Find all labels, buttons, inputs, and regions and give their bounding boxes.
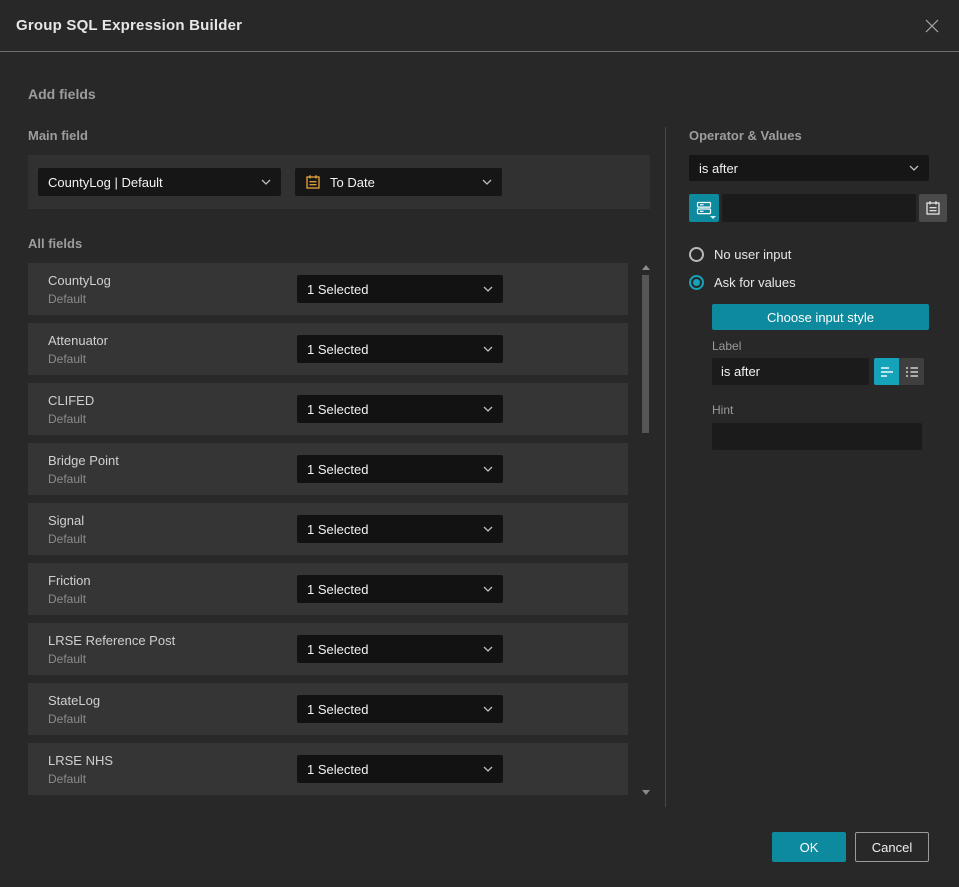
group-sql-expression-builder-dialog: Group SQL Expression Builder Add fields … <box>0 0 959 887</box>
label-row <box>712 358 929 385</box>
field-row: Bridge Point Default 1 Selected <box>28 443 628 495</box>
field-selected-value: 1 Selected <box>307 461 369 477</box>
field-selected-value: 1 Selected <box>307 581 369 597</box>
input-style-toggle <box>874 358 924 385</box>
calendar-amber-icon <box>305 174 321 190</box>
field-selected-value: 1 Selected <box>307 341 369 357</box>
add-fields-heading: Add fields <box>28 86 96 102</box>
field-selected-value: 1 Selected <box>307 641 369 657</box>
chevron-down-icon <box>483 586 493 592</box>
main-field-dropdown[interactable]: CountyLog | Default <box>38 168 281 196</box>
main-field-panel: CountyLog | Default To Date <box>28 155 650 209</box>
ok-button[interactable]: OK <box>772 832 846 862</box>
scroll-down-icon[interactable] <box>641 790 650 795</box>
field-selected-dropdown[interactable]: 1 Selected <box>297 395 503 423</box>
close-icon[interactable] <box>921 15 943 37</box>
field-row: LRSE NHS Default 1 Selected <box>28 743 628 795</box>
field-selected-dropdown[interactable]: 1 Selected <box>297 635 503 663</box>
value-row <box>689 194 947 222</box>
dialog-content: Add fields Main field CountyLog | Defaul… <box>0 85 959 807</box>
main-field-dropdown-value: CountyLog | Default <box>48 174 163 190</box>
field-selected-dropdown[interactable]: 1 Selected <box>297 695 503 723</box>
scrollbar[interactable] <box>628 263 650 795</box>
field-row: Friction Default 1 Selected <box>28 563 628 615</box>
radio-icon <box>689 247 704 262</box>
hint-input[interactable] <box>712 423 922 450</box>
cancel-button[interactable]: Cancel <box>855 832 929 862</box>
radio-no-user-input[interactable]: No user input <box>689 247 929 262</box>
chevron-down-icon <box>483 286 493 292</box>
field-selected-dropdown[interactable]: 1 Selected <box>297 335 503 363</box>
operator-dropdown-value: is after <box>699 160 739 176</box>
chevron-down-icon <box>483 346 493 352</box>
field-selected-dropdown[interactable]: 1 Selected <box>297 515 503 543</box>
field-row: LRSE Reference Post Default 1 Selected <box>28 623 628 675</box>
radio-ask-for-values[interactable]: Ask for values <box>689 275 929 290</box>
dialog-title: Group SQL Expression Builder <box>16 17 243 34</box>
field-row: CountyLog Default 1 Selected <box>28 263 628 315</box>
list-icon[interactable] <box>899 358 924 385</box>
value-input[interactable] <box>722 194 916 222</box>
align-left-icon[interactable] <box>874 358 899 385</box>
label-input[interactable] <box>712 358 869 385</box>
field-selected-dropdown[interactable]: 1 Selected <box>297 755 503 783</box>
hint-label: Hint <box>712 403 734 417</box>
chevron-down-icon <box>483 466 493 472</box>
label-label: Label <box>712 339 742 353</box>
operator-dropdown[interactable]: is after <box>689 155 929 181</box>
chevron-down-icon <box>909 165 919 171</box>
choose-input-style-button[interactable]: Choose input style <box>712 304 929 330</box>
stacked-values-icon[interactable] <box>689 194 719 222</box>
all-fields-list: CountyLog Default 1 Selected Attenuator … <box>28 263 628 803</box>
ask-for-values-options: Choose input style Label is after Hint <box>712 304 929 450</box>
field-selected-value: 1 Selected <box>307 701 369 717</box>
calendar-white-icon[interactable] <box>919 194 947 222</box>
dialog-footer: OK Cancel <box>772 832 929 862</box>
field-selected-dropdown[interactable]: 1 Selected <box>297 455 503 483</box>
field-row: Attenuator Default 1 Selected <box>28 323 628 375</box>
all-fields-label: All fields <box>28 236 83 251</box>
field-selected-value: 1 Selected <box>307 761 369 777</box>
chevron-down-icon <box>261 179 271 185</box>
operator-values-column: Operator & Values is after No user input… <box>665 127 947 807</box>
radio-ask-for-values-label: Ask for values <box>714 275 796 290</box>
field-selected-value: 1 Selected <box>307 281 369 297</box>
title-bar: Group SQL Expression Builder <box>0 0 959 52</box>
radio-no-user-input-label: No user input <box>714 247 792 262</box>
field-selected-dropdown[interactable]: 1 Selected <box>297 275 503 303</box>
field-selected-value: 1 Selected <box>307 401 369 417</box>
field-selected-dropdown[interactable]: 1 Selected <box>297 575 503 603</box>
chevron-down-icon <box>483 706 493 712</box>
field-row: StateLog Default 1 Selected <box>28 683 628 735</box>
chevron-down-icon <box>482 179 492 185</box>
field-row: Signal Default 1 Selected <box>28 503 628 555</box>
scroll-up-icon[interactable] <box>641 265 650 270</box>
field-selected-value: 1 Selected <box>307 521 369 537</box>
chevron-down-icon <box>483 406 493 412</box>
main-field-label: Main field <box>28 128 88 143</box>
date-mode-dropdown[interactable]: To Date <box>295 168 502 196</box>
operator-values-label: Operator & Values <box>689 128 802 143</box>
scrollbar-thumb[interactable] <box>642 275 649 433</box>
date-mode-dropdown-value: To Date <box>330 174 375 190</box>
radio-checked-icon <box>689 275 704 290</box>
chevron-down-icon <box>483 766 493 772</box>
chevron-down-icon <box>483 646 493 652</box>
field-row: CLIFED Default 1 Selected <box>28 383 628 435</box>
chevron-down-icon <box>483 526 493 532</box>
fields-column: Main field CountyLog | Default To Date A… <box>28 127 650 807</box>
